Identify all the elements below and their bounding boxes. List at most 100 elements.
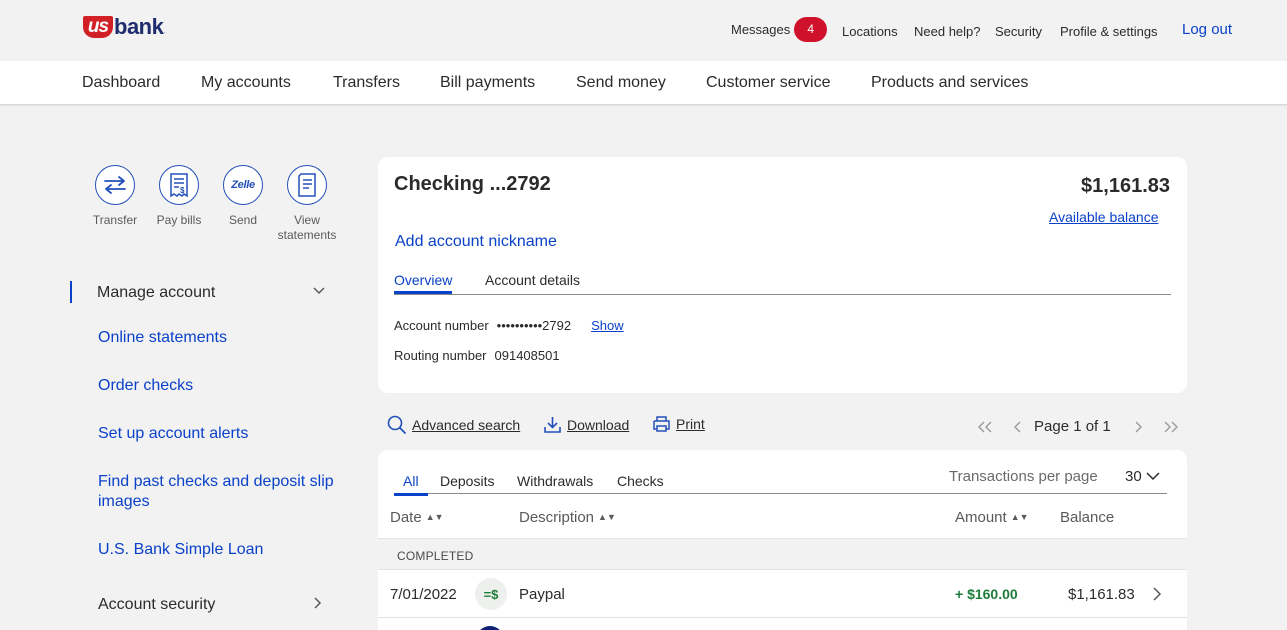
active-indicator: [70, 281, 72, 303]
nav-dashboard[interactable]: Dashboard: [82, 74, 160, 92]
nav-my-accounts[interactable]: My accounts: [201, 74, 291, 92]
filter-tab-all[interactable]: All: [394, 473, 428, 496]
sidebar-link-account-alerts[interactable]: Set up account alerts: [98, 424, 338, 444]
advanced-search-button[interactable]: Advanced search: [387, 415, 520, 435]
account-number-value: ••••••••••2792: [496, 318, 572, 333]
transfer-arrows-icon: [95, 165, 135, 205]
logo-registered-mark: .: [163, 29, 166, 35]
column-amount-label: Amount: [955, 509, 1007, 526]
transaction-date: 7/01/2022: [390, 586, 457, 603]
column-header-balance: Balance: [1060, 509, 1114, 526]
bill-icon: $: [159, 165, 199, 205]
per-page-label: Transactions per page: [949, 468, 1098, 485]
locations-label: Locations: [842, 23, 898, 39]
filter-tab-deposits[interactable]: Deposits: [440, 473, 494, 489]
chevron-down-icon[interactable]: [312, 286, 326, 296]
quick-action-send[interactable]: Zelle Send: [213, 165, 273, 228]
column-header-amount[interactable]: Amount ▲▼: [955, 509, 1029, 526]
zelle-glyph: Zelle: [231, 179, 255, 191]
nav-transfers[interactable]: Transfers: [333, 74, 400, 92]
first-page-icon[interactable]: [975, 420, 995, 434]
sort-icon: ▲▼: [425, 512, 444, 522]
chevron-down-icon: [1146, 472, 1160, 481]
messages-link[interactable]: Messages 4: [731, 0, 828, 58]
last-page-icon[interactable]: [1161, 420, 1181, 434]
main-nav: Dashboard My accounts Transfers Bill pay…: [0, 61, 1287, 105]
per-page-value: 30: [1125, 468, 1142, 485]
filter-tab-withdrawals[interactable]: Withdrawals: [517, 473, 593, 489]
need-help-link[interactable]: Need help?: [914, 2, 981, 60]
sidebar-link-order-checks[interactable]: Order checks: [98, 376, 338, 396]
chevron-right-icon[interactable]: [1152, 586, 1162, 602]
security-label: Security: [995, 23, 1042, 39]
chevron-right-icon[interactable]: [313, 596, 323, 610]
page-indicator: Page 1 of 1: [1034, 418, 1111, 435]
messages-count-badge: 4: [794, 16, 828, 42]
need-help-label: Need help?: [914, 23, 981, 39]
routing-number-value: 091408501: [494, 348, 560, 363]
quick-action-transfer[interactable]: Transfer: [85, 165, 145, 228]
quick-action-view-statements[interactable]: View statements: [277, 165, 337, 243]
sort-icon: ▲▼: [598, 512, 616, 522]
messages-label: Messages: [731, 21, 791, 37]
tab-overview[interactable]: Overview: [394, 272, 453, 294]
routing-number-label: Routing number: [394, 348, 487, 363]
next-page-icon[interactable]: [1132, 420, 1144, 434]
printer-icon: [653, 416, 670, 432]
add-nickname-link[interactable]: Add account nickname: [395, 233, 557, 251]
search-icon: [387, 415, 407, 435]
print-label: Print: [676, 416, 705, 432]
per-page-select[interactable]: 30: [1125, 468, 1160, 485]
account-number-row: Account number ••••••••••2792 Show: [394, 318, 624, 333]
download-button[interactable]: Download: [543, 415, 629, 434]
account-tabs: Overview Account details: [394, 271, 1171, 295]
routing-number-row: Routing number 091408501: [394, 348, 560, 363]
advanced-search-label: Advanced search: [412, 417, 521, 433]
top-bar: us bank . Messages 4 Locations Need help…: [0, 0, 1287, 61]
sidebar-link-online-statements[interactable]: Online statements: [98, 328, 338, 348]
quick-action-label: Pay bills: [156, 213, 202, 227]
table-row[interactable]: [378, 619, 1187, 630]
filter-tab-checks[interactable]: Checks: [617, 473, 664, 489]
manage-account-heading[interactable]: Manage account: [97, 284, 215, 302]
statement-icon: [287, 165, 327, 205]
security-link[interactable]: Security: [995, 2, 1042, 60]
nav-products-services[interactable]: Products and services: [871, 74, 1028, 92]
quick-action-label: View statements: [277, 213, 337, 242]
tab-account-details[interactable]: Account details: [485, 272, 580, 288]
show-account-number-link[interactable]: Show: [591, 318, 624, 333]
completed-label: COMPLETED: [397, 549, 474, 563]
previous-page-icon[interactable]: [1012, 420, 1024, 434]
locations-link[interactable]: Locations: [842, 2, 898, 60]
money-transfer-icon: =$: [475, 578, 507, 610]
column-header-description[interactable]: Description ▲▼: [519, 509, 616, 526]
quick-action-pay-bills[interactable]: $ Pay bills: [149, 165, 209, 228]
sidebar-link-past-checks[interactable]: Find past checks and deposit slip images: [98, 472, 338, 512]
table-row[interactable]: 7/01/2022 =$ Paypal + $160.00 $1,161.83: [378, 571, 1187, 618]
column-description-label: Description: [519, 509, 595, 526]
account-balance: $1,161.83: [1081, 175, 1170, 197]
sort-icon: ▲▼: [1010, 512, 1029, 522]
logo-bank: bank: [114, 14, 164, 39]
column-date-label: Date: [390, 509, 422, 526]
transaction-balance: $1,161.83: [1068, 586, 1135, 603]
account-security-heading[interactable]: Account security: [98, 596, 215, 614]
usbank-logo[interactable]: us bank .: [83, 13, 165, 41]
nav-send-money[interactable]: Send money: [576, 74, 666, 92]
profile-settings-link[interactable]: Profile & settings: [1060, 2, 1158, 60]
print-button[interactable]: Print: [652, 415, 705, 433]
account-title: Checking ...2792: [394, 173, 551, 195]
nav-customer-service[interactable]: Customer service: [706, 74, 830, 92]
logout-label: Log out: [1182, 20, 1233, 38]
available-balance-link[interactable]: Available balance: [1049, 209, 1159, 225]
nav-bill-payments[interactable]: Bill payments: [440, 74, 535, 92]
logout-link[interactable]: Log out: [1182, 0, 1232, 58]
sidebar-link-simple-loan[interactable]: U.S. Bank Simple Loan: [98, 540, 338, 560]
completed-section-header: COMPLETED: [378, 538, 1187, 570]
quick-action-label: Send: [228, 213, 258, 227]
column-header-date[interactable]: Date ▲▼: [390, 509, 444, 526]
logo-us: us: [83, 16, 113, 38]
column-balance-label: Balance: [1060, 509, 1115, 526]
zelle-icon: Zelle: [223, 165, 263, 205]
download-icon: [544, 417, 561, 433]
